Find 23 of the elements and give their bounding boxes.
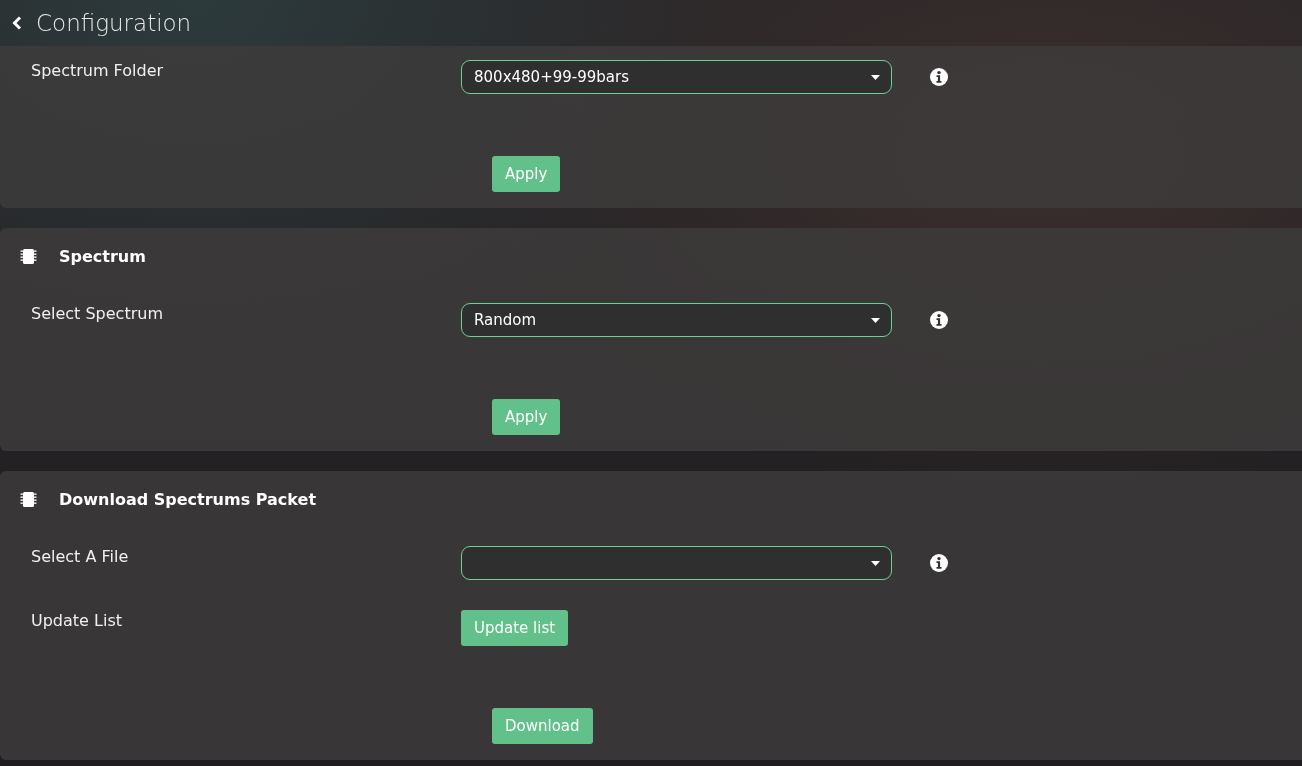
info-icon[interactable] xyxy=(930,554,948,572)
page-title: Configuration xyxy=(36,10,192,36)
select-field[interactable]: Random xyxy=(461,303,892,337)
caret-icon xyxy=(871,317,880,323)
select-field[interactable]: 800x480+99-99bars xyxy=(461,60,892,94)
select-field[interactable] xyxy=(461,546,892,580)
panel-title: Spectrum xyxy=(59,246,146,266)
back-icon[interactable] xyxy=(12,16,22,30)
caret-icon xyxy=(871,560,880,566)
field-label: Select Spectrum xyxy=(30,303,164,324)
info-icon[interactable] xyxy=(930,68,948,86)
action-button[interactable]: Apply xyxy=(492,399,561,435)
action-button[interactable]: Download xyxy=(492,708,593,744)
caret-icon xyxy=(871,74,880,80)
field-label: Update List xyxy=(30,610,123,631)
field-label: Spectrum Folder xyxy=(30,60,165,81)
chip-icon xyxy=(20,247,37,265)
chip-icon xyxy=(20,490,37,508)
update-list-button[interactable]: Update list xyxy=(461,610,569,646)
panel-title: Download Spectrums Packet xyxy=(59,489,317,509)
field-label: Select A File xyxy=(30,546,130,567)
action-button[interactable]: Apply xyxy=(492,156,561,192)
info-icon[interactable] xyxy=(930,311,948,329)
